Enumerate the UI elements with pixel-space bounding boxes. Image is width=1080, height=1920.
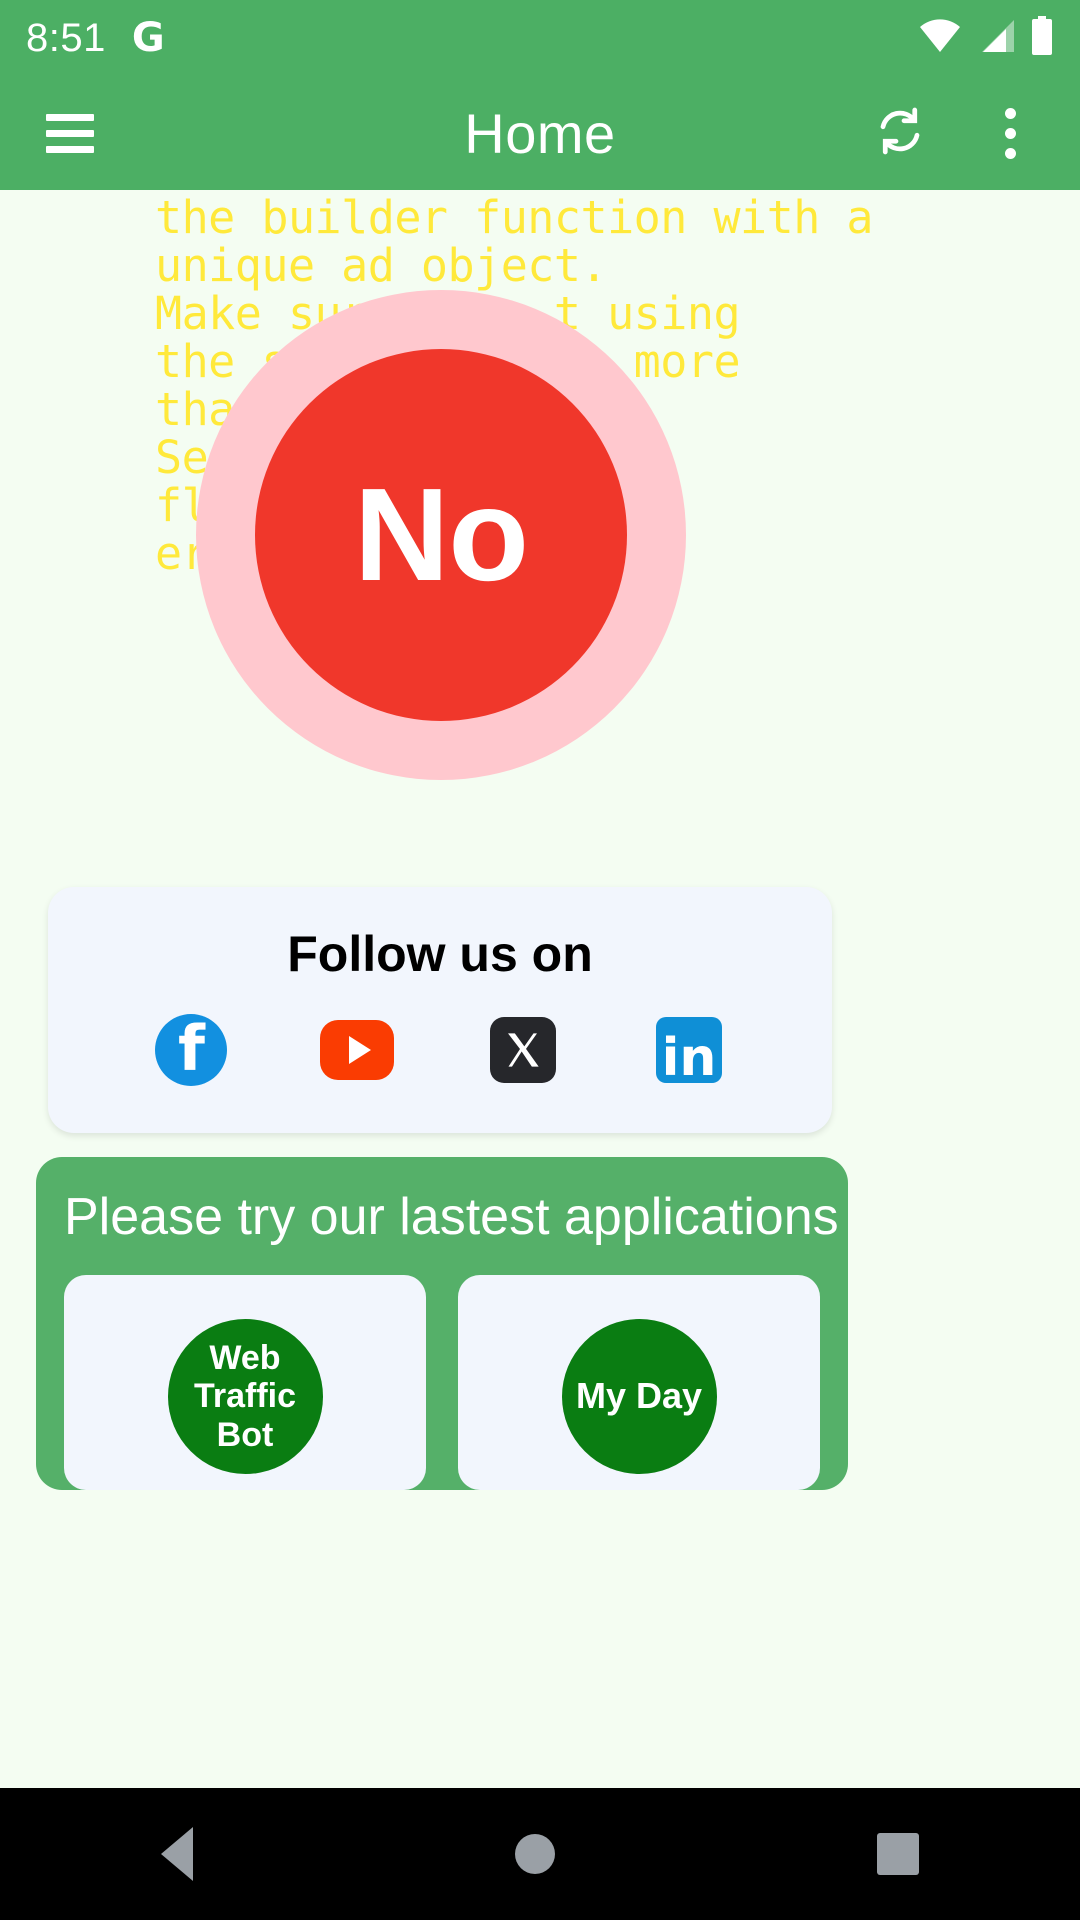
status-bar-icons <box>918 15 1054 61</box>
recents-square-icon <box>877 1833 919 1875</box>
app-tile-web-traffic-bot[interactable]: Web Traffic Bot <box>64 1275 426 1490</box>
social-links-row: in <box>48 1013 832 1087</box>
x-twitter-link[interactable] <box>486 1013 560 1087</box>
status-bar: 8:51 G <box>0 0 1080 76</box>
back-triangle-icon <box>161 1827 193 1881</box>
hamburger-menu-button[interactable] <box>30 93 110 173</box>
google-icon: G <box>131 15 165 61</box>
refresh-button[interactable] <box>860 93 940 173</box>
applications-row: Web Traffic Bot My Day <box>64 1275 820 1490</box>
app-tile-my-day[interactable]: My Day <box>458 1275 820 1490</box>
status-bar-time: 8:51 <box>26 15 106 60</box>
facebook-icon <box>155 1014 227 1086</box>
overflow-menu-button[interactable] <box>970 93 1050 173</box>
sync-refresh-icon <box>870 101 930 166</box>
follow-us-card: Follow us on in <box>48 887 832 1133</box>
latest-applications-card: Please try our lastest applications Web … <box>36 1157 848 1490</box>
x-twitter-icon <box>490 1017 556 1083</box>
latest-applications-title: Please try our lastest applications <box>64 1188 839 1246</box>
app-label-web-traffic-bot: Web Traffic Bot <box>167 1319 323 1474</box>
android-navigation-bar <box>0 1788 1080 1920</box>
battery-icon <box>1030 15 1054 61</box>
linkedin-link[interactable]: in <box>652 1013 726 1087</box>
recents-button[interactable] <box>877 1833 919 1875</box>
app-label-my-day: My Day <box>561 1319 717 1474</box>
main-content: create a new instance in the builder fun… <box>0 190 1080 1788</box>
hamburger-menu-icon <box>46 105 94 162</box>
facebook-link[interactable] <box>154 1013 228 1087</box>
cellular-signal-icon <box>976 18 1016 59</box>
home-circle-icon <box>515 1834 555 1874</box>
no-button-fill: No <box>255 349 627 721</box>
home-button[interactable] <box>515 1834 555 1874</box>
follow-us-title: Follow us on <box>287 926 593 982</box>
more-vertical-icon <box>1004 107 1016 159</box>
app-bar: Home <box>0 76 1080 190</box>
linkedin-icon: in <box>656 1017 722 1084</box>
back-button[interactable] <box>161 1827 193 1881</box>
no-button[interactable]: No <box>196 290 686 780</box>
youtube-icon <box>320 1020 394 1080</box>
no-button-label: No <box>354 461 529 608</box>
youtube-link[interactable] <box>320 1013 394 1087</box>
wifi-icon <box>918 18 962 59</box>
